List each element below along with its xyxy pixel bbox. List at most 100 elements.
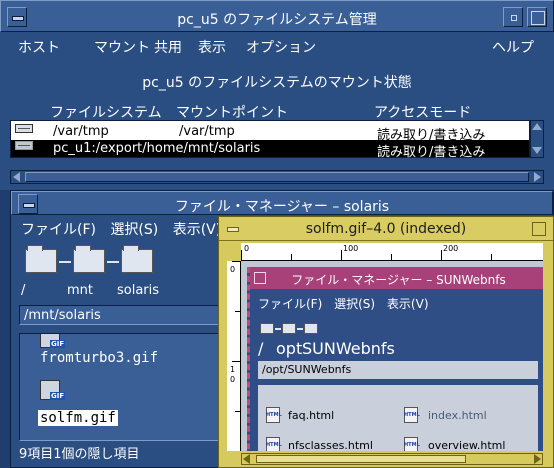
embedded-path-label: SUNWebnfs bbox=[302, 339, 395, 358]
window-title: ファイル・マネージャー – solaris bbox=[174, 199, 390, 215]
column-header-access: アクセスモード bbox=[374, 105, 472, 121]
ruler-tick bbox=[232, 361, 240, 362]
path-label-solaris: solaris bbox=[117, 283, 160, 298]
menu-bar: ホスト マウント 共用 表示 オプション ヘルプ bbox=[8, 32, 546, 60]
gif-badge: GIF bbox=[50, 392, 66, 400]
vertical-ruler: 0 1 0 bbox=[227, 261, 241, 451]
window-title: pc_u5 のファイルシステム管理 bbox=[177, 12, 377, 28]
gif-badge: GIF bbox=[50, 340, 66, 348]
maximize-button[interactable] bbox=[529, 219, 549, 239]
menu-help[interactable]: ヘルプ bbox=[492, 37, 534, 57]
window-menu-button[interactable] bbox=[7, 7, 27, 27]
scroll-right-icon[interactable] bbox=[534, 454, 541, 464]
ruler-tick bbox=[341, 250, 342, 260]
menu-select[interactable]: 選択(S) bbox=[110, 222, 158, 238]
window-menu-button[interactable] bbox=[18, 194, 38, 214]
ruler-tick bbox=[241, 250, 242, 260]
scrollbar-thumb[interactable] bbox=[25, 172, 529, 182]
maximize-button[interactable] bbox=[527, 7, 547, 27]
menu-bar: ファイル(F) 選択(S) 表示(V) bbox=[21, 219, 231, 239]
ruler-label: 0 bbox=[244, 244, 250, 253]
scroll-left-icon[interactable] bbox=[13, 172, 20, 182]
file-name-selected[interactable]: solfm.gif bbox=[38, 410, 118, 426]
scroll-up-icon[interactable] bbox=[532, 123, 542, 130]
folder-mnt-icon[interactable] bbox=[73, 245, 105, 273]
mount-status-heading: pc_u5 のファイルシステムのマウント状態 bbox=[142, 75, 412, 91]
ruler-label: 1 bbox=[230, 365, 236, 374]
path-connector bbox=[107, 261, 119, 263]
embedded-file-name: faq.html bbox=[288, 409, 335, 422]
embedded-folder-icon bbox=[282, 323, 296, 334]
ruler-tick bbox=[291, 254, 292, 260]
filesystem-manager-window: pc_u5 のファイルシステム管理 ホスト マウント 共用 表示 オプション ヘ… bbox=[0, 0, 554, 190]
scrollbar-thumb[interactable] bbox=[256, 455, 466, 463]
embedded-file-list: faq.html index.html nfsclasses.html over… bbox=[258, 385, 538, 451]
embedded-folder-icon bbox=[260, 323, 274, 334]
menu-options[interactable]: オプション bbox=[246, 37, 316, 57]
embedded-menu-bar: ファイル(F) 選択(S) 表示(V) bbox=[258, 295, 437, 312]
horizontal-ruler: 0 100 200 bbox=[241, 243, 543, 261]
mount-row[interactable]: /var/tmp /var/tmp 読み取り/書き込み bbox=[11, 123, 529, 143]
window-menu-button[interactable] bbox=[223, 219, 243, 239]
menu-view[interactable]: 表示(V) bbox=[173, 222, 222, 238]
ruler-tick bbox=[391, 254, 392, 260]
embedded-path-connector bbox=[297, 328, 303, 330]
image-viewer-window: solfm.gif–4.0 (indexed) 0 100 200 0 1 0 … bbox=[218, 216, 554, 468]
path-field[interactable]: /mnt/solaris bbox=[19, 305, 219, 325]
scroll-left-icon[interactable] bbox=[243, 454, 250, 464]
html-file-icon bbox=[266, 407, 282, 423]
disk-icon bbox=[15, 141, 33, 150]
title-bar[interactable]: ファイル・マネージャー – solaris bbox=[11, 191, 553, 215]
path-connector bbox=[59, 261, 71, 263]
file-list: GIF fromturbo3.gif GIF solfm.gif bbox=[19, 333, 219, 441]
html-file-icon bbox=[404, 407, 420, 423]
ruler-tick bbox=[235, 411, 240, 412]
menu-mount[interactable]: マウント bbox=[94, 37, 150, 57]
title-bar[interactable]: solfm.gif–4.0 (indexed) bbox=[219, 217, 553, 241]
embedded-menu-select: 選択(S) bbox=[334, 297, 376, 311]
mount-row-filesystem: /var/tmp bbox=[53, 124, 109, 139]
mount-list-horizontal-scrollbar[interactable] bbox=[10, 170, 544, 184]
html-file-icon bbox=[404, 437, 420, 451]
menu-host[interactable]: ホスト bbox=[18, 37, 60, 57]
mount-list: /var/tmp /var/tmp 読み取り/書き込み pc_u1:/expor… bbox=[10, 120, 530, 160]
mount-row-filesystem: pc_u1:/export/home/mnt/solaris bbox=[53, 141, 261, 156]
folder-solaris-icon[interactable] bbox=[121, 245, 153, 273]
scroll-right-icon[interactable] bbox=[534, 172, 541, 182]
embedded-path-label: opt bbox=[276, 339, 303, 358]
embedded-file-manager-screenshot: ファイル・マネージャー – SUNWebnfs ファイル(F) 選択(S) 表示… bbox=[247, 267, 543, 451]
scroll-down-icon[interactable] bbox=[532, 147, 542, 154]
minimize-button[interactable] bbox=[503, 7, 523, 27]
embedded-path-connector bbox=[275, 328, 281, 330]
ruler-label: 100 bbox=[343, 244, 359, 253]
window-title: solfm.gif–4.0 (indexed) bbox=[305, 221, 467, 237]
menu-file[interactable]: ファイル(F) bbox=[21, 222, 96, 238]
mount-row-access: 読み取り/書き込み bbox=[377, 145, 486, 160]
menu-view[interactable]: 表示 bbox=[198, 37, 226, 57]
html-file-icon bbox=[266, 437, 282, 451]
menu-share[interactable]: 共用 bbox=[154, 37, 182, 57]
embedded-menu-file: ファイル(F) bbox=[258, 297, 323, 311]
ruler-label: 0 bbox=[230, 265, 236, 274]
ruler-label: 200 bbox=[443, 244, 459, 253]
embedded-menu-view: 表示(V) bbox=[386, 297, 429, 311]
embedded-path-label: / bbox=[258, 339, 264, 358]
folder-root-icon[interactable] bbox=[25, 245, 57, 273]
ruler-label: 0 bbox=[230, 375, 236, 384]
title-bar[interactable]: pc_u5 のファイルシステム管理 bbox=[0, 0, 554, 32]
embedded-file-name: nfsclasses.html bbox=[288, 439, 373, 451]
mount-list-vertical-scrollbar[interactable] bbox=[530, 120, 544, 158]
embedded-file-name: overview.html bbox=[428, 439, 506, 451]
mount-row-mountpoint: /var/tmp bbox=[179, 124, 235, 139]
ruler-tick bbox=[441, 250, 442, 260]
mount-row-selected[interactable]: pc_u1:/export/home/mnt/solaris 読み取り/書き込み bbox=[11, 140, 529, 160]
ruler-tick bbox=[235, 311, 240, 312]
file-name[interactable]: fromturbo3.gif bbox=[40, 350, 158, 366]
ruler-tick bbox=[491, 254, 492, 260]
ruler-tick bbox=[232, 261, 240, 262]
embedded-path-field: /opt/SUNWebnfs bbox=[258, 361, 538, 379]
path-label-mnt: mnt bbox=[67, 283, 93, 298]
embedded-folder-icon bbox=[304, 323, 318, 334]
image-canvas[interactable]: ファイル・マネージャー – SUNWebnfs ファイル(F) 選択(S) 表示… bbox=[241, 261, 543, 451]
image-horizontal-scrollbar[interactable] bbox=[241, 453, 543, 465]
